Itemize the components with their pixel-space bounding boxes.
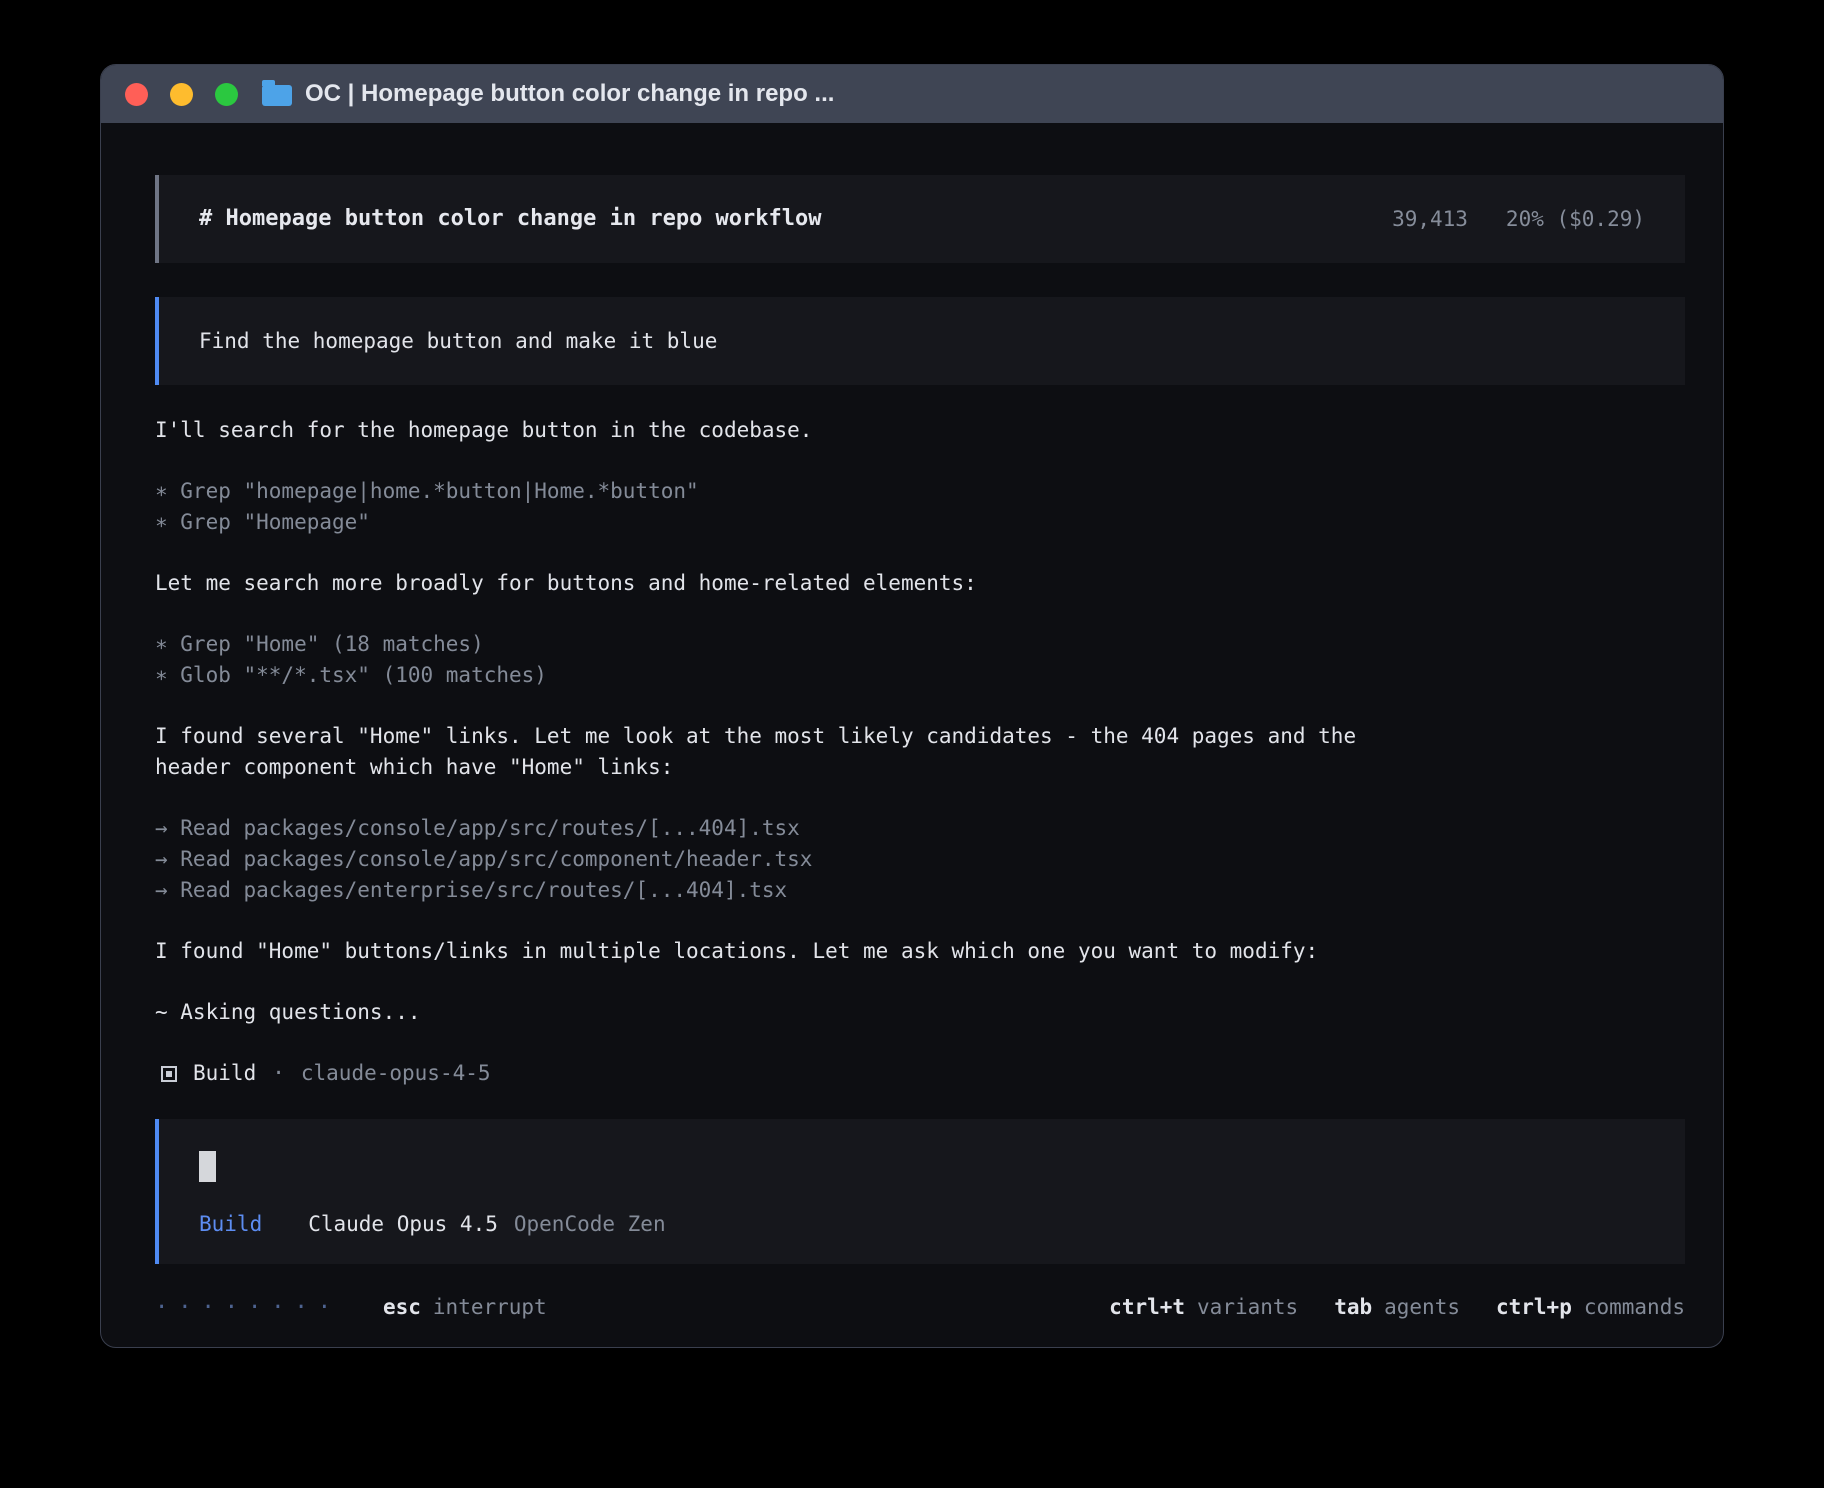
tool-call: ∗ Grep "Home" (18 matches) <box>155 629 1685 660</box>
assistant-text: I found "Home" buttons/links in multiple… <box>155 936 1405 967</box>
token-count: 39,413 <box>1392 205 1468 233</box>
statusbar: ········ esc interrupt ctrl+t variants t… <box>155 1292 1685 1323</box>
terminal-window: OC | Homepage button color change in rep… <box>100 64 1724 1348</box>
separator-dot: · <box>272 1058 285 1089</box>
shortcut-key: esc <box>383 1292 421 1323</box>
context-usage: 20% ($0.29) <box>1506 205 1645 233</box>
assistant-text: Let me search more broadly for buttons a… <box>155 568 1405 599</box>
agent-status-row: Build · claude-opus-4-5 <box>161 1058 1685 1089</box>
tool-call: → Read packages/console/app/src/routes/[… <box>155 813 1685 844</box>
session-title: # Homepage button color change in repo w… <box>199 205 822 233</box>
text-cursor <box>199 1151 216 1182</box>
zoom-button[interactable] <box>215 83 238 106</box>
tool-call: ∗ Glob "**/*.tsx" (100 matches) <box>155 660 1685 691</box>
window-title: OC | Homepage button color change in rep… <box>305 80 834 108</box>
traffic-lights <box>125 83 238 106</box>
shortcut-label: variants <box>1197 1292 1298 1323</box>
assistant-status-text: ~ Asking questions... <box>155 997 1405 1028</box>
close-button[interactable] <box>125 83 148 106</box>
titlebar: OC | Homepage button color change in rep… <box>101 65 1723 123</box>
user-message: Find the homepage button and make it blu… <box>155 297 1685 385</box>
agent-name: Build <box>193 1058 256 1089</box>
shortcut-key: tab <box>1334 1292 1372 1323</box>
assistant-text: I'll search for the homepage button in t… <box>155 415 1405 446</box>
session-content: # Homepage button color change in repo w… <box>101 123 1723 1348</box>
shortcut-label: interrupt <box>433 1292 547 1323</box>
folder-icon <box>262 85 292 106</box>
assistant-text: I found several "Home" links. Let me loo… <box>155 721 1405 783</box>
shortcut-label: agents <box>1384 1292 1460 1323</box>
statusbar-right: ctrl+t variants tab agents ctrl+p comman… <box>1109 1292 1685 1323</box>
model-label[interactable]: Claude Opus 4.5 <box>308 1210 498 1238</box>
tool-call: → Read packages/enterprise/src/routes/[.… <box>155 875 1685 906</box>
tool-call-group: → Read packages/console/app/src/routes/[… <box>155 813 1685 906</box>
minimize-button[interactable] <box>170 83 193 106</box>
tool-call-group: ∗ Grep "homepage|home.*button|Home.*butt… <box>155 476 1685 538</box>
build-agent-icon <box>161 1066 177 1082</box>
shortcut-agents[interactable]: tab agents <box>1334 1292 1460 1323</box>
statusbar-left: ········ esc interrupt <box>155 1292 547 1323</box>
tool-call: ∗ Grep "homepage|home.*button|Home.*butt… <box>155 476 1685 507</box>
shortcut-key: ctrl+t <box>1109 1292 1185 1323</box>
progress-dots: ········ <box>155 1292 341 1323</box>
tool-call: → Read packages/console/app/src/componen… <box>155 844 1685 875</box>
tool-call-group: ∗ Grep "Home" (18 matches) ∗ Glob "**/*.… <box>155 629 1685 691</box>
shortcut-key: ctrl+p <box>1496 1292 1572 1323</box>
shortcut-variants[interactable]: ctrl+t variants <box>1109 1292 1298 1323</box>
agent-model: claude-opus-4-5 <box>301 1058 491 1089</box>
user-message-text: Find the homepage button and make it blu… <box>199 329 717 353</box>
shortcut-interrupt[interactable]: esc interrupt <box>383 1292 547 1323</box>
provider-label: OpenCode Zen <box>514 1210 666 1238</box>
shortcut-label: commands <box>1584 1292 1685 1323</box>
tool-call: ∗ Grep "Homepage" <box>155 507 1685 538</box>
prompt-input[interactable]: Build Claude Opus 4.5 OpenCode Zen <box>155 1119 1685 1264</box>
session-header: # Homepage button color change in repo w… <box>155 175 1685 263</box>
mode-label[interactable]: Build <box>199 1210 262 1238</box>
input-meta: Build Claude Opus 4.5 OpenCode Zen <box>199 1210 1645 1238</box>
session-stats: 39,413 20% ($0.29) <box>1392 205 1645 233</box>
shortcut-commands[interactable]: ctrl+p commands <box>1496 1292 1685 1323</box>
